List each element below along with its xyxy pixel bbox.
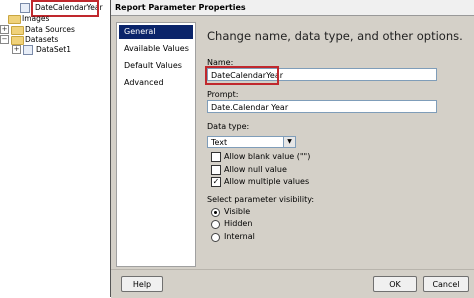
allow-multiple-label: Allow multiple values	[224, 177, 310, 186]
help-button[interactable]: Help	[121, 276, 163, 292]
prompt-field[interactable]: Date.Calendar Year	[207, 100, 437, 113]
visible-radio[interactable]	[211, 208, 220, 217]
ok-button[interactable]: OK	[373, 276, 417, 292]
page-heading: Change name, data type, and other option…	[207, 29, 463, 43]
folder-icon	[11, 36, 24, 45]
nav-available-values[interactable]: Available Values	[119, 42, 193, 56]
internal-label: Internal	[224, 232, 255, 241]
nav-general[interactable]: General	[119, 25, 193, 39]
chevron-down-icon[interactable]: ▼	[283, 137, 295, 147]
name-highlight-box	[205, 66, 279, 85]
folder-icon	[11, 26, 24, 35]
parameter-icon	[20, 3, 30, 13]
expand-icon[interactable]: +	[0, 25, 9, 34]
datatype-label: Data type:	[207, 122, 250, 131]
visible-label: Visible	[224, 207, 251, 216]
hidden-radio[interactable]	[211, 220, 220, 229]
nav-advanced[interactable]: Advanced	[119, 76, 193, 90]
general-page: Change name, data type, and other option…	[199, 18, 471, 267]
nav-default-values[interactable]: Default Values	[119, 59, 193, 73]
datatype-value: Text	[211, 138, 228, 147]
report-data-tree: DateCalendarYear Images + Data Sources −…	[0, 0, 110, 297]
dialog-title: Report Parameter Properties	[111, 0, 474, 16]
visibility-label: Select parameter visibility:	[207, 195, 315, 204]
datatype-select[interactable]: Text ▼	[207, 136, 296, 148]
expand-icon[interactable]: +	[12, 45, 21, 54]
report-parameter-properties-dialog: Report Parameter Properties General Avai…	[110, 0, 474, 298]
hidden-label: Hidden	[224, 219, 253, 228]
allow-null-checkbox[interactable]	[211, 165, 221, 175]
dialog-nav-pane: General Available Values Default Values …	[116, 22, 196, 267]
prompt-label: Prompt:	[207, 90, 239, 99]
allow-blank-checkbox[interactable]	[211, 152, 221, 162]
allow-null-label: Allow null value	[224, 165, 287, 174]
dialog-footer: Help OK Cancel	[111, 269, 474, 298]
allow-multiple-checkbox[interactable]: ✓	[211, 177, 221, 187]
collapse-icon[interactable]: −	[0, 35, 9, 44]
folder-icon	[8, 15, 21, 24]
dataset-icon	[23, 45, 33, 55]
internal-radio[interactable]	[211, 233, 220, 242]
cancel-button[interactable]: Cancel	[423, 276, 469, 292]
allow-blank-label: Allow blank value ("")	[224, 152, 311, 161]
